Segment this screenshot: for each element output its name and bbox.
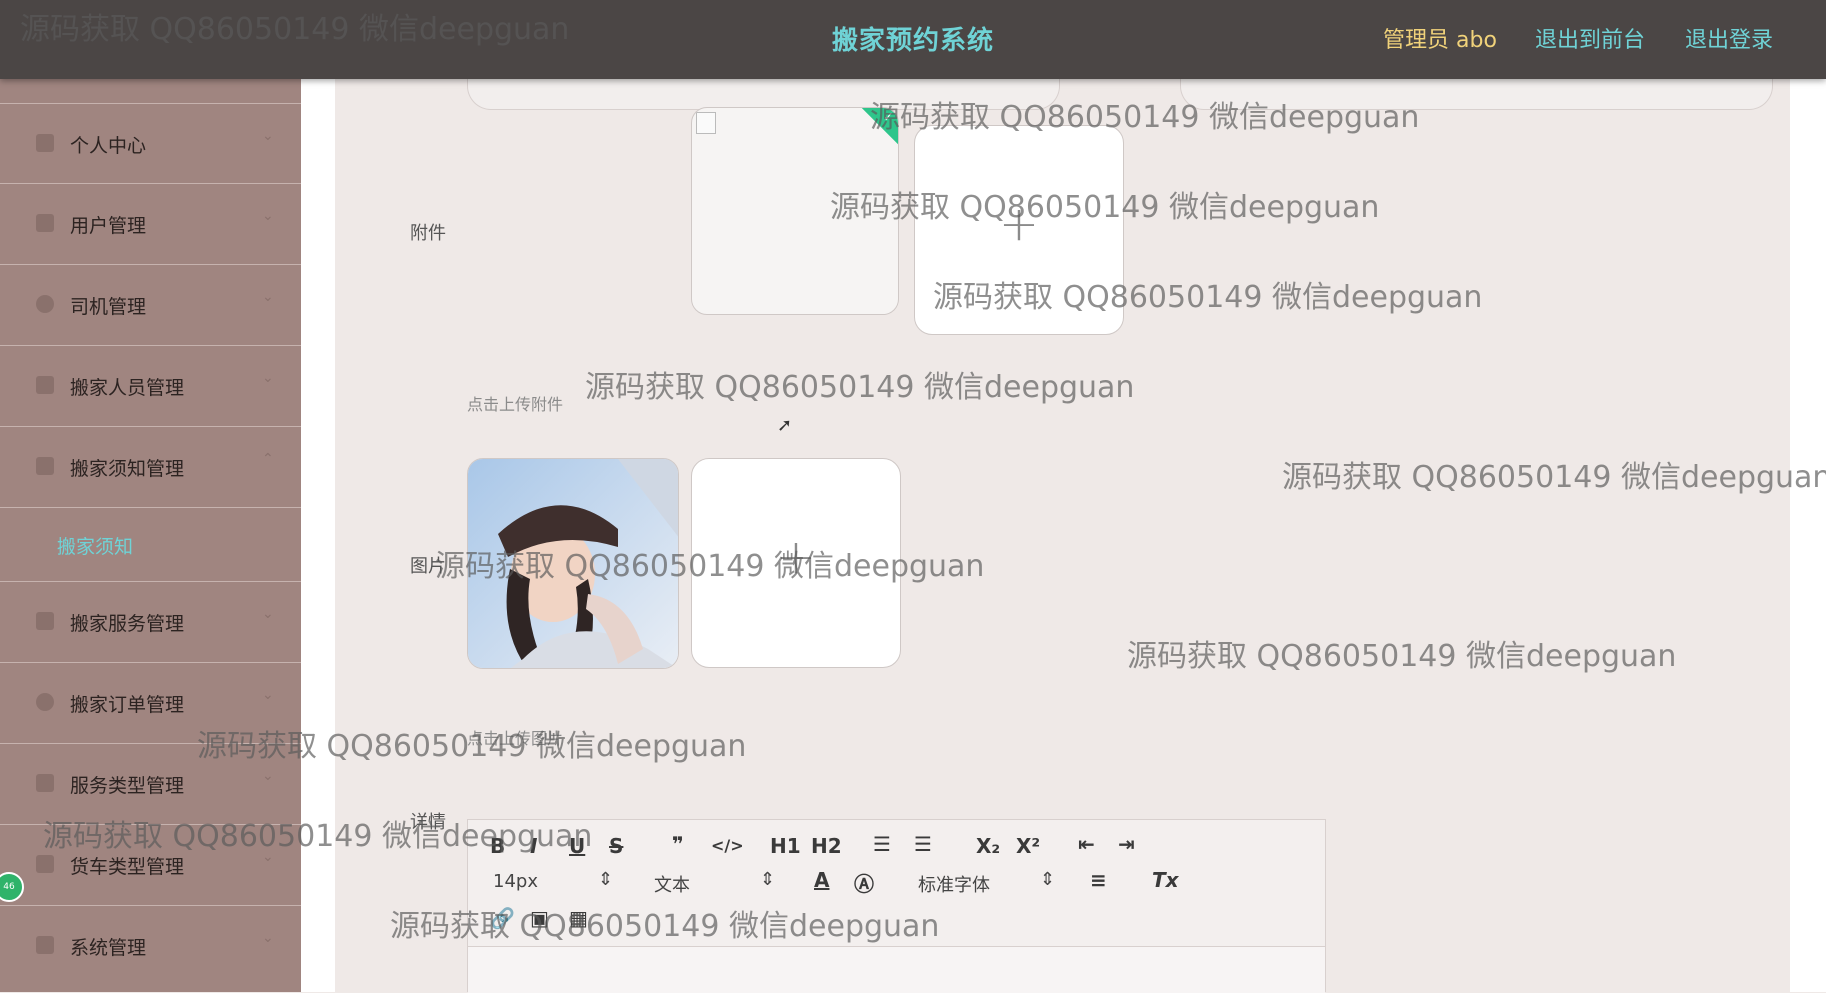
image-label: 图片: [410, 556, 446, 577]
photo-image: [468, 459, 678, 668]
ordered-list-icon[interactable]: ☰: [873, 832, 891, 856]
clear-format-icon[interactable]: Tx: [1152, 868, 1179, 892]
chevron-updown-icon: ⇕: [760, 869, 776, 890]
bullet-list-icon[interactable]: ☰: [914, 832, 932, 856]
sidebar-item-truck-type-management[interactable]: 货车类型管理 ⌄: [0, 824, 301, 904]
plus-icon: +: [775, 529, 817, 585]
sidebar-subitem-label: 搬家须知: [57, 536, 134, 558]
chevron-down-icon: ⌄: [262, 687, 274, 703]
clock-icon: [36, 295, 54, 313]
sidebar-item-service-management[interactable]: 搬家服务管理 ⌄: [0, 581, 301, 661]
sidebar-item-order-management[interactable]: 搬家订单管理 ⌄: [0, 662, 301, 742]
mouse-cursor-icon: ➚: [777, 415, 793, 436]
sidebar-item-label: 搬家人员管理: [70, 377, 185, 399]
header-2-button[interactable]: H2: [811, 834, 842, 858]
sidebar-item-label: 搬家订单管理: [70, 694, 185, 716]
grid-icon: [36, 214, 54, 232]
detail-label: 详情: [410, 812, 446, 833]
edit-icon: [36, 774, 54, 792]
plus-icon: +: [998, 196, 1040, 252]
exit-to-front-link[interactable]: 退出到前台: [1535, 22, 1645, 54]
form-input-right[interactable]: [1180, 79, 1773, 110]
sidebar-item-label: 搬家须知管理: [70, 458, 185, 480]
italic-button[interactable]: I: [530, 834, 537, 858]
sidebar-item-label: 用户管理: [70, 215, 147, 237]
sidebar-item-label: 搬家服务管理: [70, 613, 185, 635]
briefcase-icon: [36, 457, 54, 475]
chat-icon: [36, 936, 54, 954]
bold-button[interactable]: B: [490, 834, 505, 858]
sidebar-item-user-management[interactable]: 用户管理 ⌄: [0, 183, 301, 263]
subscript-button[interactable]: X₂: [976, 834, 1000, 858]
blockquote-button[interactable]: ❞: [672, 832, 684, 856]
attachment-label: 附件: [410, 223, 446, 244]
sidebar: 个人中心 ⌄ 用户管理 ⌄ 司机管理 ⌄ 搬家人员管理 ⌄ 搬家须知管理 ⌃ 搬…: [0, 79, 301, 992]
sidebar-item-driver-management[interactable]: 司机管理 ⌄: [0, 264, 301, 344]
chevron-down-icon: ⌄: [262, 606, 274, 622]
chevron-down-icon: ⌄: [262, 930, 274, 946]
sidebar-item-label: 货车类型管理: [70, 856, 185, 878]
link-icon[interactable]: 🔗: [490, 906, 515, 930]
top-header: 搬家预约系统 管理员 abo 退出到前台 退出登录: [0, 0, 1826, 79]
chevron-down-icon: ⌄: [262, 768, 274, 784]
attachment-hint: 点击上传附件: [467, 395, 564, 414]
header-1-button[interactable]: H1: [770, 834, 801, 858]
sidebar-item-label: 服务类型管理: [70, 775, 185, 797]
outdent-icon[interactable]: ⇤: [1078, 832, 1095, 856]
editor-content-area[interactable]: [468, 946, 1325, 993]
image-icon[interactable]: ▣: [530, 906, 549, 930]
align-icon[interactable]: ≡: [1090, 868, 1107, 892]
text-color-icon[interactable]: A: [814, 868, 829, 892]
broken-image-icon: [696, 112, 716, 134]
admin-name: 管理员 abo: [1383, 28, 1497, 53]
attachment-upload-button[interactable]: +: [914, 125, 1124, 335]
check-icon: ✓: [883, 110, 894, 125]
chevron-updown-icon: ⇕: [598, 869, 614, 890]
chevron-down-icon: ⌄: [262, 849, 274, 865]
sidebar-subitem-notice[interactable]: 搬家须知: [0, 507, 301, 581]
image-hint: 点击上传图片: [467, 729, 564, 748]
rich-text-editor: B I U S ❞ </> H1 H2 ☰ ☰ X₂ X² ⇤ ⇥ 14px ⇕…: [467, 819, 1326, 993]
sidebar-item-personal-center[interactable]: 个人中心 ⌄: [0, 103, 301, 183]
video-icon[interactable]: ▦: [569, 906, 588, 930]
font-size-select[interactable]: 14px: [493, 871, 538, 892]
chevron-down-icon: ⌄: [262, 370, 274, 386]
logout-link[interactable]: 退出登录: [1685, 22, 1773, 54]
sidebar-item-label: 司机管理: [70, 296, 147, 318]
strike-button[interactable]: S: [609, 834, 623, 858]
chevron-down-icon: ⌄: [262, 289, 274, 305]
sidebar-item-mover-management[interactable]: 搬家人员管理 ⌄: [0, 345, 301, 425]
list-icon: [36, 855, 54, 873]
underline-button[interactable]: U: [569, 834, 585, 858]
chevron-updown-icon: ⇕: [1040, 869, 1056, 890]
font-family-select[interactable]: 标准字体: [918, 871, 990, 897]
indent-icon[interactable]: ⇥: [1118, 832, 1135, 856]
sidebar-item-notice-management[interactable]: 搬家须知管理 ⌃: [0, 426, 301, 506]
superscript-button[interactable]: X²: [1016, 834, 1040, 858]
truck-icon: [36, 376, 54, 394]
uploaded-photo[interactable]: ✓: [467, 458, 679, 669]
chevron-down-icon: ⌄: [262, 208, 274, 224]
background-color-icon[interactable]: Ⓐ: [854, 868, 874, 897]
image-upload-button[interactable]: +: [691, 458, 901, 668]
code-block-button[interactable]: </>: [711, 836, 744, 855]
chevron-down-icon: ⌄: [262, 128, 274, 144]
chevron-up-icon: ⌃: [262, 451, 274, 467]
attachment-thumbnail[interactable]: ✓: [691, 107, 899, 315]
power-icon: [36, 693, 54, 711]
sidebar-item-service-type-management[interactable]: 服务类型管理 ⌄: [0, 743, 301, 823]
folder-icon: [36, 612, 54, 630]
sidebar-item-label: 系统管理: [70, 937, 147, 959]
user-icon: [36, 134, 54, 152]
sidebar-item-label: 个人中心: [70, 135, 147, 157]
sidebar-item-system-management[interactable]: 系统管理 ⌄: [0, 905, 301, 985]
form-input-left[interactable]: [467, 79, 1060, 110]
paragraph-select[interactable]: 文本: [654, 871, 690, 897]
